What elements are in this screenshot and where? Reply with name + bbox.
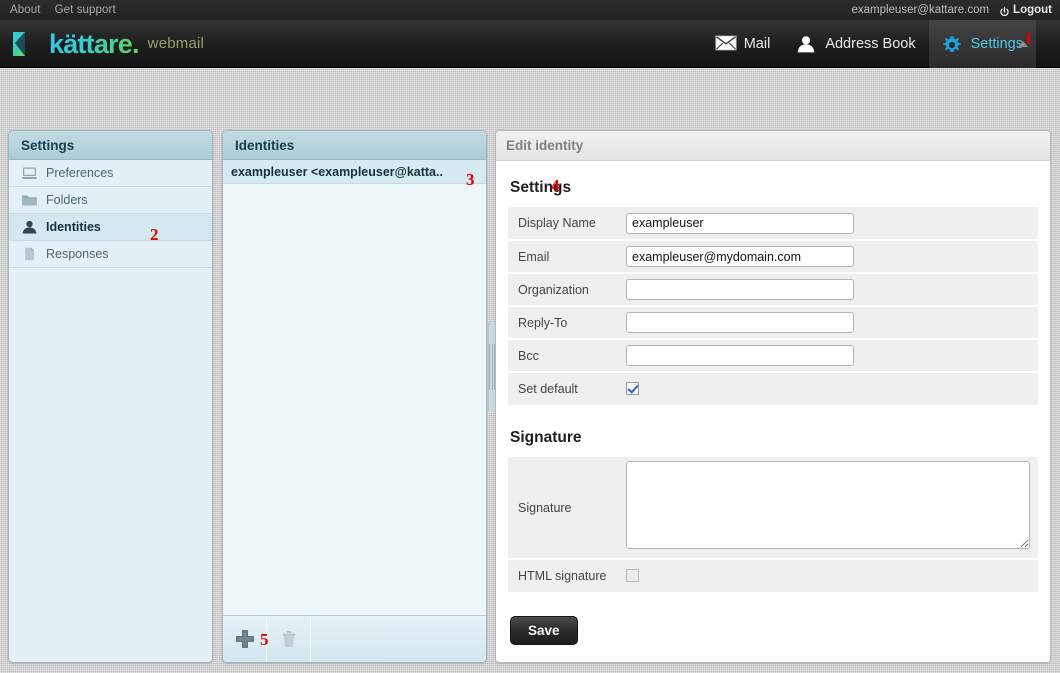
nav-tab-mail-label: Mail bbox=[744, 36, 771, 52]
email-input[interactable] bbox=[626, 246, 854, 267]
sidebar-item-identities[interactable]: Identities bbox=[9, 214, 212, 241]
display-name-input[interactable] bbox=[626, 213, 854, 234]
identity-settings-table: Display Name Email Organization Reply-To… bbox=[508, 207, 1038, 405]
edit-identity-panel: Edit identity Settings Display Name Emai… bbox=[495, 130, 1051, 663]
save-button[interactable]: Save bbox=[510, 616, 578, 645]
gear-icon bbox=[942, 35, 964, 53]
logo-subtitle: webmail bbox=[148, 29, 204, 59]
form-row-html-signature: HTML signature bbox=[508, 559, 1038, 592]
sidebar-item-identities-label: Identities bbox=[46, 220, 101, 234]
page-body: Settings Preferences bbox=[0, 69, 1060, 673]
person-icon bbox=[21, 220, 38, 235]
form-row-display-name: Display Name bbox=[508, 207, 1038, 240]
envelope-icon bbox=[715, 35, 737, 53]
nav-tab-address-book-label: Address Book bbox=[825, 36, 915, 52]
reply-to-input[interactable] bbox=[626, 312, 854, 333]
settings-panel: Settings Preferences bbox=[8, 130, 213, 663]
edit-identity-form: Settings Display Name Email Organization… bbox=[496, 161, 1050, 663]
organization-label: Organization bbox=[508, 273, 626, 306]
sidebar-item-folders-label: Folders bbox=[46, 193, 88, 207]
settings-list: Preferences Folders Id bbox=[9, 160, 212, 268]
set-default-checkbox[interactable] bbox=[626, 382, 639, 395]
settings-section-title: Settings bbox=[510, 179, 571, 197]
bcc-input[interactable] bbox=[626, 345, 854, 366]
set-default-label: Set default bbox=[508, 372, 626, 405]
person-icon bbox=[796, 35, 818, 53]
laptop-icon bbox=[21, 166, 38, 181]
bcc-label: Bcc bbox=[508, 339, 626, 372]
identities-toolbar bbox=[223, 615, 486, 662]
sidebar-item-folders[interactable]: Folders bbox=[9, 187, 212, 214]
logo-text: kättare. bbox=[49, 29, 139, 59]
sidebar-item-preferences[interactable]: Preferences bbox=[9, 160, 212, 187]
identity-list-item[interactable]: exampleuser <exampleuser@katta.. bbox=[223, 160, 486, 184]
current-username: exampleuser@kattare.com bbox=[851, 4, 989, 16]
identities-list: exampleuser <exampleuser@katta.. bbox=[223, 160, 486, 615]
folder-icon bbox=[21, 193, 38, 208]
triangle-up-icon[interactable] bbox=[1014, 20, 1032, 68]
form-row-set-default: Set default bbox=[508, 372, 1038, 405]
about-link[interactable]: About bbox=[10, 0, 41, 20]
signature-label: Signature bbox=[508, 457, 626, 559]
edit-identity-header: Edit identity bbox=[496, 131, 1050, 161]
sidebar-item-responses-label: Responses bbox=[46, 247, 109, 261]
html-signature-label: HTML signature bbox=[508, 559, 626, 592]
top-utility-bar: About Get support exampleuser@kattare.co… bbox=[0, 0, 1060, 20]
identities-panel: Identities exampleuser <exampleuser@katt… bbox=[222, 130, 487, 663]
signature-table: Signature HTML signature bbox=[508, 457, 1038, 592]
top-user-area: exampleuser@kattare.com Logout bbox=[851, 0, 1052, 20]
settings-panel-title: Settings bbox=[9, 131, 212, 160]
html-signature-checkbox[interactable] bbox=[626, 569, 639, 582]
form-row-email: Email bbox=[508, 240, 1038, 273]
logout-button[interactable]: Logout bbox=[999, 4, 1052, 16]
nav-tab-address-book[interactable]: Address Book bbox=[783, 20, 928, 68]
logout-label: Logout bbox=[1013, 4, 1052, 16]
plus-icon bbox=[235, 629, 255, 649]
create-identity-button[interactable] bbox=[223, 616, 267, 662]
signature-section-title: Signature bbox=[510, 429, 581, 447]
sidebar-item-preferences-label: Preferences bbox=[46, 166, 113, 180]
organization-input[interactable] bbox=[626, 279, 854, 300]
form-row-reply-to: Reply-To bbox=[508, 306, 1038, 339]
document-icon bbox=[21, 247, 38, 262]
app-header: kättare. webmail Mail Address Book bbox=[0, 20, 1060, 68]
form-row-signature: Signature bbox=[508, 457, 1038, 559]
logo-area[interactable]: kättare. webmail bbox=[10, 20, 204, 68]
sidebar-item-responses[interactable]: Responses bbox=[9, 241, 212, 268]
email-label: Email bbox=[508, 240, 626, 273]
main-nav: Mail Address Book Settings bbox=[702, 20, 1036, 68]
form-row-bcc: Bcc bbox=[508, 339, 1038, 372]
kattare-logo-mark-icon bbox=[10, 29, 40, 59]
get-support-link[interactable]: Get support bbox=[55, 0, 116, 20]
form-row-organization: Organization bbox=[508, 273, 1038, 306]
delete-identity-button[interactable] bbox=[267, 616, 311, 662]
nav-tab-mail[interactable]: Mail bbox=[702, 20, 784, 68]
reply-to-label: Reply-To bbox=[508, 306, 626, 339]
display-name-label: Display Name bbox=[508, 207, 626, 240]
top-links: About Get support bbox=[0, 0, 116, 20]
signature-textarea[interactable] bbox=[626, 461, 1030, 549]
power-icon bbox=[999, 5, 1010, 16]
trash-icon bbox=[280, 629, 298, 649]
identities-panel-title: Identities bbox=[223, 131, 486, 160]
